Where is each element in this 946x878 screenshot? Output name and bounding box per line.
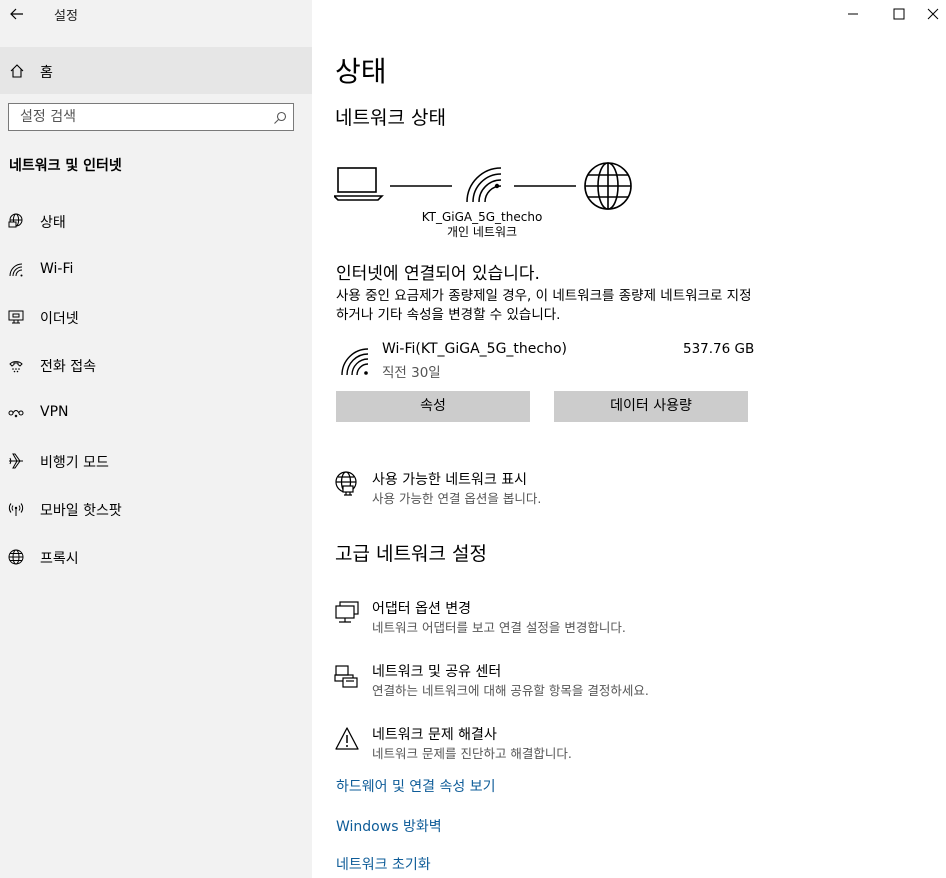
laptop-icon [332,167,384,201]
sidebar-item-proxy[interactable]: 프록시 [0,536,312,580]
globe-icon [8,549,24,565]
sidebar-item-label: Wi-Fi [40,261,74,277]
globe-network-icon [334,471,360,497]
connection-name: Wi-Fi(KT_GiGA_5G_thecho) [382,341,568,357]
search-box[interactable] [8,103,294,131]
network-status-heading: 네트워크 상태 [335,107,446,129]
network-troubleshooter[interactable]: 네트워크 문제 해결사 네트워크 문제를 진단하고 해결합니다. [334,724,894,768]
airplane-icon [8,453,24,469]
sidebar-section-title: 네트워크 및 인터넷 [9,158,122,174]
sidebar-item-label: 이더넷 [40,311,79,327]
show-available-networks[interactable]: 사용 가능한 네트워크 표시 사용 가능한 연결 옵션을 봅니다. [334,469,894,513]
main-content: 상태 네트워크 상태 KT_GiGA_5G_thecho 개인 네트워크 인터넷… [312,0,946,878]
sidebar-item-label: 상태 [40,215,66,231]
app-title: 설정 [54,9,78,24]
option-title: 네트워크 및 공유 센터 [372,664,502,680]
option-description: 네트워크 어댑터를 보고 연결 설정을 변경합니다. [372,620,626,635]
properties-button[interactable]: 속성 [336,391,530,422]
connected-heading: 인터넷에 연결되어 있습니다. [336,264,540,284]
sidebar-item-hotspot[interactable]: 모바일 핫스팟 [0,488,312,532]
network-name: KT_GiGA_5G_thecho [421,210,543,224]
sharing-center-icon [334,663,360,689]
hotspot-icon [8,501,24,517]
data-usage-button[interactable]: 데이터 사용량 [554,391,748,422]
back-arrow-icon[interactable] [8,4,26,24]
dial-up-icon [8,357,24,373]
network-label: KT_GiGA_5G_thecho 개인 네트워크 [382,210,582,240]
sidebar-item-label: 비행기 모드 [40,455,109,471]
option-title: 네트워크 문제 해결사 [372,727,497,743]
minimize-button[interactable] [830,0,876,28]
home-icon [9,63,25,79]
option-description: 사용 가능한 연결 옵션을 봅니다. [372,491,542,506]
sidebar-item-label: 프록시 [40,551,79,567]
sidebar-item-vpn[interactable]: VPN [0,392,312,436]
sidebar-item-label: 홈 [40,65,53,81]
option-title: 사용 가능한 네트워크 표시 [372,472,528,488]
network-profile: 개인 네트워크 [446,225,518,239]
network-adapter-icon [334,600,360,626]
option-description: 네트워크 문제를 진단하고 해결합니다. [372,746,572,761]
sidebar: 설정 홈 네트워크 및 인터넷 상태 Wi-Fi 이더넷 전화 [0,0,312,878]
search-input[interactable] [9,104,270,130]
sidebar-item-status[interactable]: 상태 [0,200,312,244]
network-reset-link[interactable]: 네트워크 초기화 [336,854,431,874]
connection-period: 직전 30일 [382,365,441,381]
wifi-signal-icon [340,347,370,377]
sidebar-item-label: VPN [40,404,69,420]
sidebar-item-label: 모바일 핫스팟 [40,503,122,519]
close-button[interactable] [920,0,946,28]
option-description: 연결하는 네트워크에 대해 공유할 항목을 결정하세요. [372,683,649,698]
wifi-icon [8,262,24,278]
sidebar-item-airplane[interactable]: 비행기 모드 [0,440,312,484]
page-title: 상태 [335,55,387,88]
connected-description: 사용 중인 요금제가 종량제일 경우, 이 네트워크를 종량제 네트워크로 지정… [336,288,752,323]
sidebar-item-label: 전화 접속 [40,359,96,375]
internet-globe-icon [584,162,632,210]
sidebar-item-ethernet[interactable]: 이더넷 [0,296,312,340]
sidebar-item-home[interactable]: 홈 [0,47,312,94]
windows-firewall-link[interactable]: Windows 방화벽 [336,816,442,836]
wifi-router-icon [466,167,502,203]
warning-icon [334,726,360,752]
ethernet-icon [8,309,24,325]
sidebar-item-dial-up[interactable]: 전화 접속 [0,344,312,388]
globe-monitor-icon [8,213,24,229]
network-sharing-center[interactable]: 네트워크 및 공유 센터 연결하는 네트워크에 대해 공유할 항목을 결정하세요… [334,661,894,705]
change-adapter-options[interactable]: 어댑터 옵션 변경 네트워크 어댑터를 보고 연결 설정을 변경합니다. [334,598,894,642]
connection-usage: 537.76 GB [683,341,755,357]
vpn-icon [8,405,24,421]
hardware-properties-link[interactable]: 하드웨어 및 연결 속성 보기 [336,776,495,796]
search-icon[interactable] [273,110,287,124]
advanced-settings-heading: 고급 네트워크 설정 [335,543,487,565]
sidebar-item-wifi[interactable]: Wi-Fi [0,249,312,293]
option-title: 어댑터 옵션 변경 [372,601,472,617]
maximize-button[interactable] [876,0,922,28]
network-diagram [332,158,634,218]
